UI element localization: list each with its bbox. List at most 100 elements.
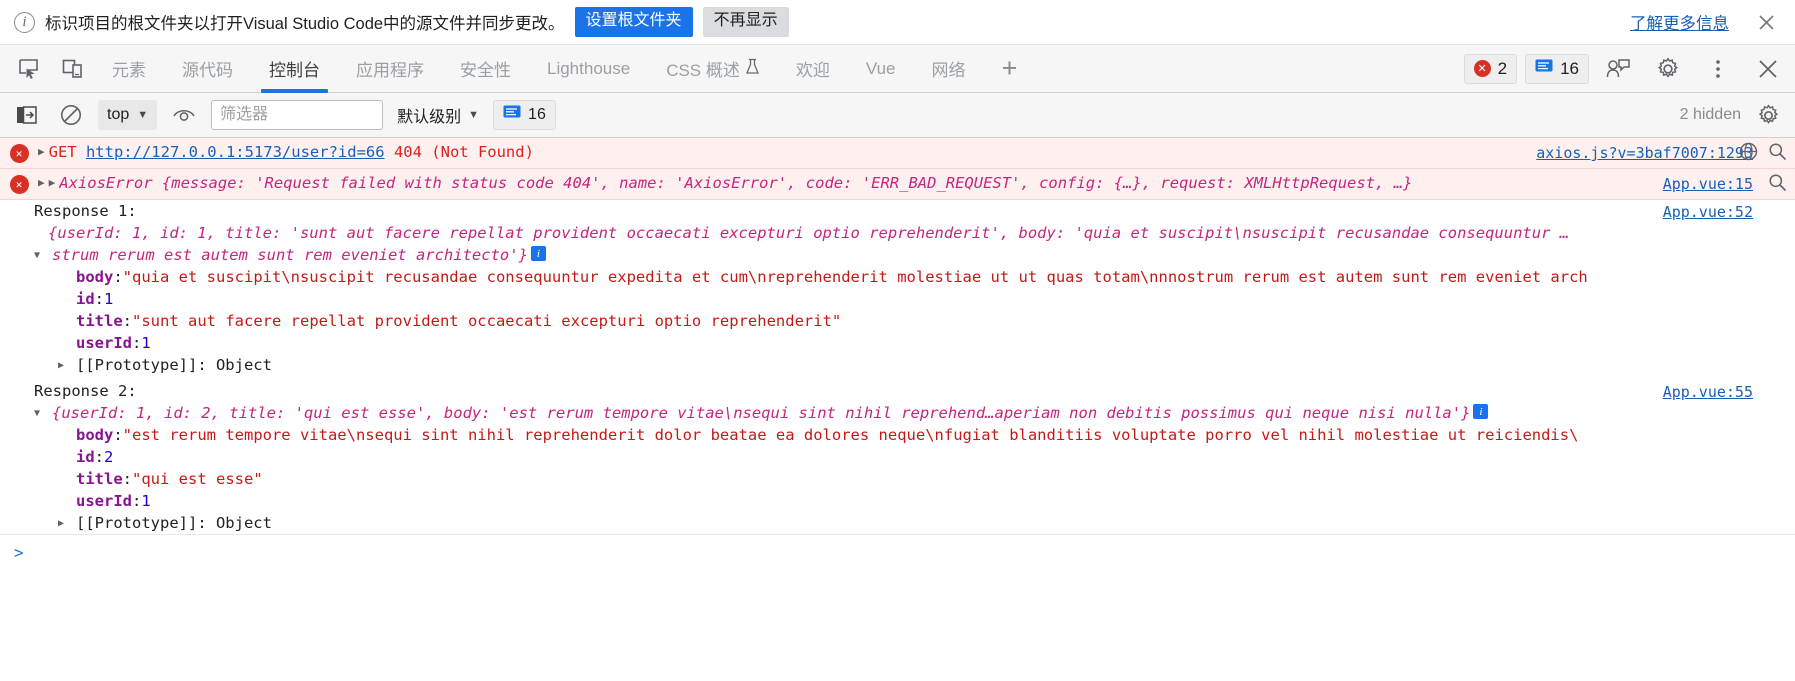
collapse-triangle-icon[interactable]: ▼ xyxy=(34,404,52,419)
expand-arrow-icon[interactable]: ▶ xyxy=(38,174,49,189)
issues-count: 16 xyxy=(528,106,546,123)
request-url[interactable]: http://127.0.0.1:5173/user?id=66 xyxy=(86,143,385,161)
property-key: title xyxy=(76,312,123,330)
message-count: 16 xyxy=(1560,58,1579,78)
info-badge-icon[interactable]: i xyxy=(1473,404,1489,419)
expand-triangle-icon[interactable]: ▶ xyxy=(58,514,76,529)
set-root-folder-button[interactable]: 设置根文件夹 xyxy=(574,7,693,37)
prototype-label: [[Prototype]]: Object xyxy=(76,514,272,532)
row-tools xyxy=(1739,142,1787,161)
property-key: id xyxy=(76,448,95,466)
tab-label: 元素 xyxy=(112,61,146,80)
message-icon xyxy=(503,105,521,125)
object-property: title: "qui est esse" xyxy=(76,470,263,488)
property-value: "qui est esse" xyxy=(132,470,263,488)
object-property: title: "sunt aut facere repellat provide… xyxy=(76,312,842,330)
flask-icon xyxy=(745,58,760,80)
tab-label: 安全性 xyxy=(460,61,511,80)
filter-input[interactable] xyxy=(211,100,384,130)
info-badge-icon[interactable]: i xyxy=(530,246,546,261)
issues-badge[interactable]: 16 xyxy=(493,100,556,130)
console-row-network-error[interactable]: ✕ ▶ GET http://127.0.0.1:5173/user?id=66… xyxy=(0,138,1795,169)
property-value: "sunt aut facere repellat provident occa… xyxy=(132,312,842,330)
log-label: Response 1: xyxy=(34,202,137,220)
expand-arrow-icon-inner[interactable]: ▶ xyxy=(49,174,60,189)
property-value: 1 xyxy=(104,290,114,308)
property-value: 2 xyxy=(104,448,114,466)
search-icon[interactable] xyxy=(1768,173,1787,192)
execution-context-value: top xyxy=(107,106,130,123)
error-circle-icon: ✕ xyxy=(1473,60,1491,77)
tab-label: CSS 概述 xyxy=(666,61,740,80)
user-feedback-icon[interactable] xyxy=(1597,58,1639,80)
info-circle-icon: i xyxy=(14,11,35,33)
expand-arrow-icon[interactable]: ▶ xyxy=(38,143,49,158)
log-level-value: 默认级别 xyxy=(397,109,462,126)
add-tab-button[interactable]: + xyxy=(984,45,1036,92)
live-expression-icon[interactable] xyxy=(167,100,201,130)
property-value: "est rerum tempore vitae\nsequi sint nih… xyxy=(122,426,1579,444)
console-block-response-1[interactable]: Response 1: App.vue:52 {userId: 1, id: 1… xyxy=(0,200,1795,376)
device-toolbar-icon[interactable] xyxy=(50,45,94,92)
source-link[interactable]: axios.js?v=3baf7007:1293 xyxy=(1536,144,1753,162)
close-icon[interactable] xyxy=(1747,58,1789,80)
learn-more-link[interactable]: 了解更多信息 xyxy=(1630,10,1729,34)
console-toolbar: top ▼ 默认级别 ▼ 16 2 hidden xyxy=(0,93,1795,138)
console-block-response-2[interactable]: Response 2: App.vue:55 ▼ {userId: 1, id:… xyxy=(0,376,1795,534)
source-link[interactable]: App.vue:52 xyxy=(1663,203,1753,221)
tab-console[interactable]: 控制台 xyxy=(251,45,338,93)
error-count-badge[interactable]: ✕ 2 xyxy=(1463,53,1518,84)
object-preview-line-1: {userId: 1, id: 1, title: 'sunt aut face… xyxy=(0,222,1795,244)
tab-security[interactable]: 安全性 xyxy=(442,45,529,92)
tab-application[interactable]: 应用程序 xyxy=(338,45,442,92)
tabbar-spacer xyxy=(1036,45,1464,92)
no-entry-icon[interactable] xyxy=(54,100,88,130)
console-prompt[interactable]: > xyxy=(0,534,1795,570)
tab-welcome[interactable]: 欢迎 xyxy=(778,45,848,92)
http-method: GET xyxy=(48,143,77,161)
console-message: AxiosError {message: 'Request failed wit… xyxy=(59,174,1413,192)
expand-triangle-icon[interactable]: ▶ xyxy=(58,356,76,371)
execution-context-select[interactable]: top ▼ xyxy=(98,100,158,130)
tab-label: Lighthouse xyxy=(547,58,631,78)
log-level-select[interactable]: 默认级别 ▼ xyxy=(393,103,483,127)
source-link[interactable]: App.vue:55 xyxy=(1663,383,1753,401)
prompt-caret: > xyxy=(14,543,24,562)
error-circle-icon: ✕ xyxy=(0,143,38,163)
console-log-area[interactable]: ✕ ▶ GET http://127.0.0.1:5173/user?id=66… xyxy=(0,138,1795,681)
console-message: GET http://127.0.0.1:5173/user?id=66 404… xyxy=(49,143,1795,161)
network-icon[interactable] xyxy=(1739,142,1758,161)
tab-lighthouse[interactable]: Lighthouse xyxy=(529,45,648,92)
close-icon[interactable] xyxy=(1751,7,1781,37)
message-icon xyxy=(1535,59,1553,79)
dont-show-again-button[interactable]: 不再显示 xyxy=(702,7,789,37)
chevron-down-icon: ▼ xyxy=(468,109,480,121)
tab-vue[interactable]: Vue xyxy=(848,45,914,92)
message-count-badge[interactable]: 16 xyxy=(1525,53,1589,84)
property-value: "quia et suscipit\nsuscipit recusandae c… xyxy=(122,268,1588,286)
status-text: (Not Found) xyxy=(431,143,534,161)
object-prototype[interactable]: ▶ [[Prototype]]: Object xyxy=(0,512,1795,534)
property-value: 1 xyxy=(141,492,151,510)
property-key: title xyxy=(76,470,123,488)
more-vertical-icon[interactable] xyxy=(1697,58,1739,80)
gear-icon[interactable] xyxy=(1751,100,1785,130)
tab-css-overview[interactable]: CSS 概述 xyxy=(648,45,778,92)
object-prototype[interactable]: ▶ [[Prototype]]: Object xyxy=(0,354,1795,376)
console-row-axios-error[interactable]: ✕ ▶ ▶ AxiosError {message: 'Request fail… xyxy=(0,169,1795,200)
inspect-element-icon[interactable] xyxy=(6,45,50,92)
gear-icon[interactable] xyxy=(1647,57,1689,81)
tab-elements[interactable]: 元素 xyxy=(94,45,164,92)
collapse-triangle-icon[interactable]: ▼ xyxy=(34,246,52,261)
search-icon[interactable] xyxy=(1768,142,1787,161)
object-property: id: 1 xyxy=(76,290,114,308)
source-link[interactable]: App.vue:15 xyxy=(1663,175,1753,193)
tab-sources[interactable]: 源代码 xyxy=(164,45,251,92)
tab-label: 源代码 xyxy=(182,61,233,80)
object-preview-line-2: ▼ strum rerum est autem sunt rem eveniet… xyxy=(0,244,1795,266)
tab-network[interactable]: 网络 xyxy=(914,45,984,92)
devtools-tabbar: 元素 源代码 控制台 应用程序 安全性 Lighthouse CSS 概述 欢迎… xyxy=(0,45,1795,93)
clear-console-icon[interactable] xyxy=(10,100,44,130)
object-property: id: 2 xyxy=(76,448,114,466)
tab-label: 网络 xyxy=(931,61,966,80)
